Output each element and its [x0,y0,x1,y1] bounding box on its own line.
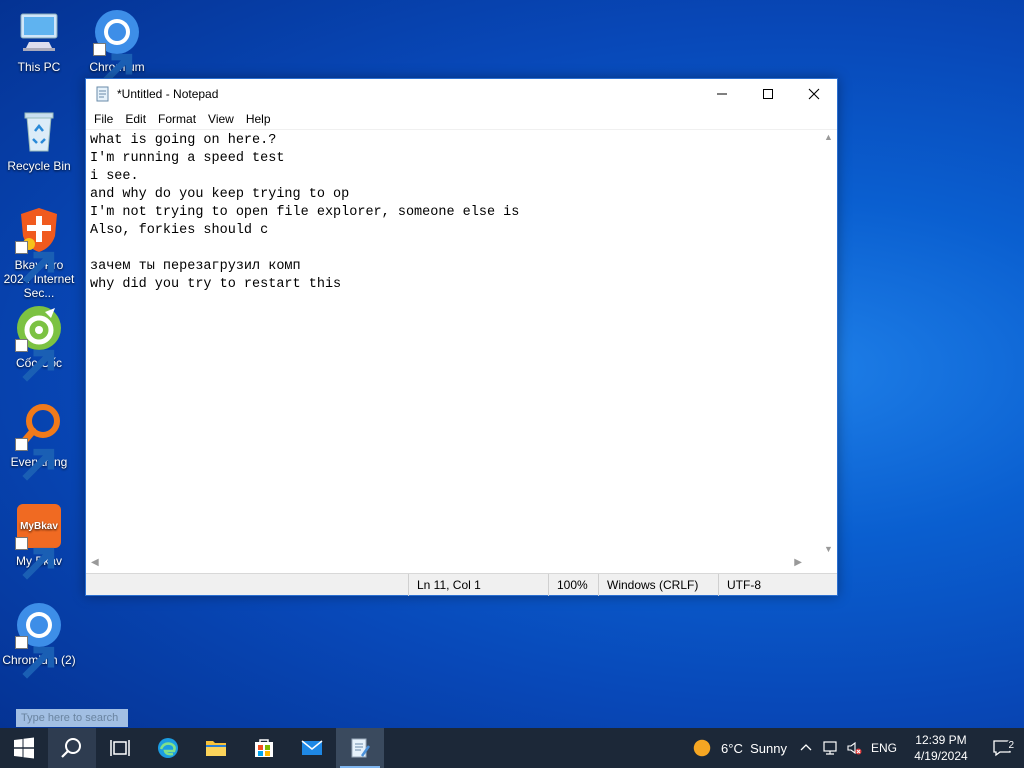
notification-count: 2 [1006,740,1016,751]
store-icon [255,739,273,757]
my-bkav-tile-text: MyBkav [20,521,58,532]
menu-help[interactable]: Help [240,109,277,129]
clock[interactable]: 12:39 PM 4/19/2024 [902,728,980,768]
chevron-up-icon [800,744,812,751]
language-indicator[interactable]: ENG [866,728,902,768]
status-line-ending: Windows (CRLF) [598,574,718,596]
maximize-button[interactable] [745,79,791,109]
desktop-icon-chromium[interactable]: Chromium [79,8,155,86]
shortcut-arrow-icon [15,537,55,580]
shortcut-arrow-icon [15,438,55,481]
vertical-scrollbar[interactable]: ▲ ▼ [820,130,837,556]
desktop-icon-everything[interactable]: Everything [1,403,77,481]
sun-icon [693,739,711,757]
taskbar-notepad[interactable] [336,728,384,768]
taskbar-edge[interactable] [144,728,192,768]
scroll-down-icon[interactable]: ▼ [824,544,833,554]
system-tray: 6°C Sunny ENG 12:39 PM 4/19/2024 2 [684,728,1024,768]
clock-date: 4/19/2024 [914,749,968,763]
status-encoding: UTF-8 [718,574,837,596]
clock-time: 12:39 PM [915,733,967,747]
shortcut-arrow-icon [15,339,55,382]
menu-edit[interactable]: Edit [119,109,152,129]
menu-bar: File Edit Format View Help [86,109,837,129]
chromium-icon [15,601,63,679]
this-pc-icon [15,8,63,56]
volume-muted-icon [847,741,862,755]
menu-file[interactable]: File [88,109,119,129]
start-button[interactable] [0,728,48,768]
coc-coc-icon [15,304,63,382]
search-hint-tooltip: Type here to search [16,709,128,727]
desktop-icon-label: Recycle Bin [7,159,71,173]
search-icon [61,738,81,758]
scroll-left-icon[interactable]: ◀ [91,557,99,568]
everything-search-icon [15,403,63,481]
taskbar: 6°C Sunny ENG 12:39 PM 4/19/2024 2 [0,728,1024,768]
bkav-shield-icon [15,206,63,284]
task-view-icon [110,740,130,756]
menu-view[interactable]: View [202,109,240,129]
minimize-button[interactable] [699,79,745,109]
desktop-icon-this-pc[interactable]: This PC [1,8,77,74]
folder-icon [206,741,226,756]
weather-widget[interactable]: 6°C Sunny [684,728,794,768]
horizontal-scrollbar[interactable]: ◀ ▶ [86,555,820,572]
status-bar: Ln 11, Col 1 100% Windows (CRLF) UTF-8 [86,573,837,596]
edge-icon [158,738,178,758]
taskbar-file-explorer[interactable] [192,728,240,768]
taskbar-store[interactable] [240,728,288,768]
notepad-icon [351,738,371,758]
status-position: Ln 11, Col 1 [408,574,548,596]
task-view-button[interactable] [96,728,144,768]
window-title: *Untitled - Notepad [117,87,219,101]
volume-button[interactable] [842,728,866,768]
close-icon [808,88,820,100]
chromium-icon [93,8,141,86]
recycle-bin-icon [15,107,63,155]
weather-temp: 6°C [721,740,743,756]
shortcut-arrow-icon [15,636,55,679]
network-icon [823,741,837,755]
title-bar[interactable]: *Untitled - Notepad [86,79,837,109]
notepad-app-icon [96,86,109,102]
scroll-up-icon[interactable]: ▲ [824,132,833,142]
show-hidden-icons-button[interactable] [794,728,818,768]
my-bkav-icon: MyBkav [15,502,63,580]
taskbar-mail[interactable] [288,728,336,768]
network-button[interactable] [818,728,842,768]
desktop-icon-coc-coc[interactable]: Cốc Cốc [1,304,77,382]
desktop-icon-bkav-pro[interactable]: Bkav Pro 2024 Internet Sec... [1,206,77,300]
shortcut-arrow-icon [15,241,55,284]
maximize-icon [763,89,773,99]
editor-content[interactable]: what is going on here.? I'm running a sp… [90,132,819,555]
desktop-icon-recycle-bin[interactable]: Recycle Bin [1,107,77,173]
close-button[interactable] [791,79,837,109]
notepad-window[interactable]: *Untitled - Notepad File Edit Format Vie… [85,78,838,596]
mail-icon [301,740,323,755]
weather-condition: Sunny [750,740,787,756]
menu-format[interactable]: Format [152,109,202,129]
desktop-icon-my-bkav[interactable]: MyBkav My Bkav [1,502,77,580]
status-zoom: 100% [548,574,598,596]
minimize-icon [717,93,727,95]
windows-logo-icon [14,737,34,759]
desktop-icon-chromium-2[interactable]: Chromium (2) [1,601,77,679]
desktop-icon-label: This PC [17,60,61,74]
text-editor[interactable]: what is going on here.? I'm running a sp… [86,129,837,556]
search-button[interactable] [48,728,96,768]
scroll-right-icon[interactable]: ▶ [794,557,802,568]
notification-center-button[interactable]: 2 [980,728,1024,768]
shortcut-arrow-icon [93,43,133,86]
